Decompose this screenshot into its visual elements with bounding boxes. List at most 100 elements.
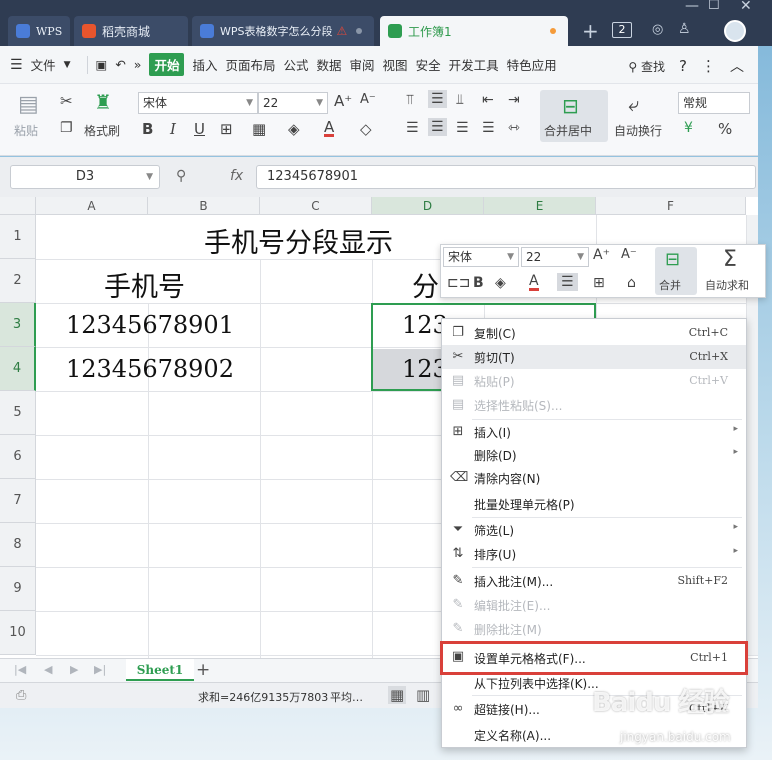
- row-header-6[interactable]: 6: [0, 435, 36, 479]
- column-header-a[interactable]: A: [36, 197, 148, 215]
- mini-border-icon[interactable]: ⊞: [593, 275, 605, 291]
- collapse-ribbon-icon[interactable]: ︿: [730, 56, 744, 76]
- paste-label[interactable]: 粘贴: [14, 122, 38, 139]
- sheet-tab-sheet1[interactable]: Sheet1: [126, 659, 194, 681]
- menu-item-paste[interactable]: ▤ 粘贴(P) Ctrl+V: [442, 369, 746, 393]
- row-header-2[interactable]: 2: [0, 259, 36, 303]
- normal-view-icon[interactable]: ▦: [388, 686, 407, 704]
- tab-data[interactable]: 数据: [317, 55, 342, 74]
- autosum-icon[interactable]: Σ: [723, 247, 737, 272]
- first-sheet-icon[interactable]: |◀: [14, 663, 26, 676]
- align-center-icon[interactable]: ☰: [428, 118, 447, 136]
- format-painter-icon[interactable]: ♜: [94, 90, 112, 114]
- tab-close-dot[interactable]: [356, 28, 362, 34]
- menu-item-sort[interactable]: ⇅ 排序(U) ▸: [442, 542, 746, 566]
- column-header-e[interactable]: E: [484, 197, 596, 215]
- tab-security[interactable]: 安全: [416, 55, 441, 74]
- status-average[interactable]: 平均…: [330, 689, 363, 705]
- save-icon[interactable]: ▣: [96, 57, 108, 72]
- wrap-text-icon[interactable]: ⤶: [628, 92, 639, 116]
- corner-select-all[interactable]: [0, 197, 36, 215]
- font-size-select[interactable]: 22 ▼: [258, 92, 328, 114]
- add-sheet-icon[interactable]: +: [196, 660, 210, 680]
- column-header-c[interactable]: C: [260, 197, 372, 215]
- cell-title[interactable]: 手机号分段显示: [204, 221, 393, 260]
- cell-a4[interactable]: 12345678902: [66, 355, 234, 383]
- mini-align-icon[interactable]: ☰: [557, 273, 578, 291]
- cell-d2-header[interactable]: 分: [412, 265, 439, 304]
- hamburger-icon[interactable]: ☰: [10, 57, 23, 73]
- macro-icon[interactable]: ⎙: [16, 688, 26, 703]
- tab-docer-store[interactable]: 稻壳商城: [74, 16, 188, 46]
- font-name-select[interactable]: 宋体 ▼: [138, 92, 258, 114]
- column-header-d[interactable]: D: [372, 197, 484, 215]
- row-header-7[interactable]: 7: [0, 479, 36, 523]
- number-format-select[interactable]: 常规: [678, 92, 750, 114]
- prev-sheet-icon[interactable]: ◀: [44, 663, 52, 676]
- minimize-icon[interactable]: —: [685, 0, 699, 14]
- fill-color-icon[interactable]: ◈: [288, 120, 300, 138]
- cell-a2-header[interactable]: 手机号: [104, 265, 185, 304]
- menu-item-copy[interactable]: ❐ 复制(C) Ctrl+C: [442, 321, 746, 345]
- align-right-icon[interactable]: ☰: [456, 120, 469, 136]
- currency-icon[interactable]: ¥: [684, 120, 693, 136]
- tab-special[interactable]: 特色应用: [507, 55, 557, 74]
- tab-insert[interactable]: 插入: [192, 55, 217, 74]
- menu-item-paste-special[interactable]: ▤ 选择性粘贴(S)...: [442, 393, 746, 417]
- tab-document[interactable]: WPS表格数字怎么分段 ⚠: [192, 16, 374, 46]
- file-menu[interactable]: 文件: [31, 55, 56, 74]
- align-bottom-icon[interactable]: ⫫: [456, 92, 464, 108]
- next-sheet-icon[interactable]: ▶: [70, 663, 78, 676]
- cut-icon[interactable]: ✂: [60, 92, 73, 110]
- mini-decrease-font-icon[interactable]: A⁻: [621, 247, 637, 262]
- menu-item-filter[interactable]: ⏷ 筛选(L) ▸: [442, 518, 746, 542]
- tab-workbook[interactable]: 工作簿1: [380, 16, 568, 46]
- justify-icon[interactable]: ☰: [482, 120, 495, 136]
- zoom-icon[interactable]: ⚲: [176, 168, 186, 184]
- italic-icon[interactable]: I: [170, 120, 176, 138]
- row-header-3[interactable]: 3: [0, 303, 36, 347]
- mini-fill-color-icon[interactable]: ◈: [495, 275, 506, 291]
- new-tab-icon[interactable]: +: [582, 19, 599, 43]
- menu-item-cut[interactable]: ✂ 剪切(T) Ctrl+X: [442, 345, 746, 369]
- cell-style-icon[interactable]: ▦: [252, 120, 266, 138]
- page-break-view-icon[interactable]: ▥: [416, 686, 430, 704]
- unsaved-dot[interactable]: [550, 28, 556, 34]
- shirt-icon[interactable]: ♙: [678, 21, 691, 37]
- cell-a3[interactable]: 12345678901: [66, 311, 234, 339]
- row-header-4[interactable]: 4: [0, 347, 36, 391]
- indent-decrease-icon[interactable]: ⇤: [482, 92, 494, 108]
- menu-item-edit-comment[interactable]: ✎ 编辑批注(E)...: [442, 593, 746, 617]
- tab-formulas[interactable]: 公式: [284, 55, 309, 74]
- chevron-down-icon[interactable]: ▼: [64, 60, 71, 70]
- row-header-10[interactable]: 10: [0, 611, 36, 655]
- clear-icon[interactable]: ◇: [360, 120, 372, 138]
- autosum-label[interactable]: 自动求和: [705, 277, 749, 293]
- name-box[interactable]: D3 ▼: [10, 165, 160, 189]
- tab-wps[interactable]: WPS: [8, 16, 70, 46]
- tab-page-layout[interactable]: 页面布局: [225, 55, 275, 74]
- row-header-1[interactable]: 1: [0, 215, 36, 259]
- paste-icon[interactable]: ▤: [18, 92, 39, 117]
- align-middle-icon[interactable]: ☰: [428, 90, 447, 108]
- distribute-icon[interactable]: ⇿: [508, 120, 520, 136]
- increase-font-icon[interactable]: A⁺: [334, 92, 352, 110]
- menu-item-insert[interactable]: ⊞ 插入(I) ▸: [442, 420, 746, 444]
- maximize-icon[interactable]: ☐: [708, 0, 720, 13]
- row-header-9[interactable]: 9: [0, 567, 36, 611]
- user-avatar[interactable]: [724, 20, 746, 42]
- tab-view[interactable]: 视图: [383, 55, 408, 74]
- more-icon[interactable]: »: [134, 57, 142, 72]
- menu-item-delete[interactable]: 删除(D) ▸: [442, 443, 746, 467]
- column-header-f[interactable]: F: [596, 197, 746, 215]
- format-painter-label[interactable]: 格式刷: [84, 122, 120, 139]
- column-header-b[interactable]: B: [148, 197, 260, 215]
- align-top-icon[interactable]: ⫪: [406, 92, 414, 108]
- bold-icon[interactable]: B: [142, 120, 153, 138]
- mini-size-select[interactable]: 22 ▼: [521, 247, 589, 267]
- font-color-icon[interactable]: A: [324, 120, 335, 137]
- skin-icon[interactable]: ◎: [652, 22, 663, 37]
- mini-format-painter-icon[interactable]: ⊏⊐: [447, 275, 470, 291]
- search-button[interactable]: ⚲ 查找: [628, 58, 665, 75]
- tab-home[interactable]: 开始: [149, 53, 185, 76]
